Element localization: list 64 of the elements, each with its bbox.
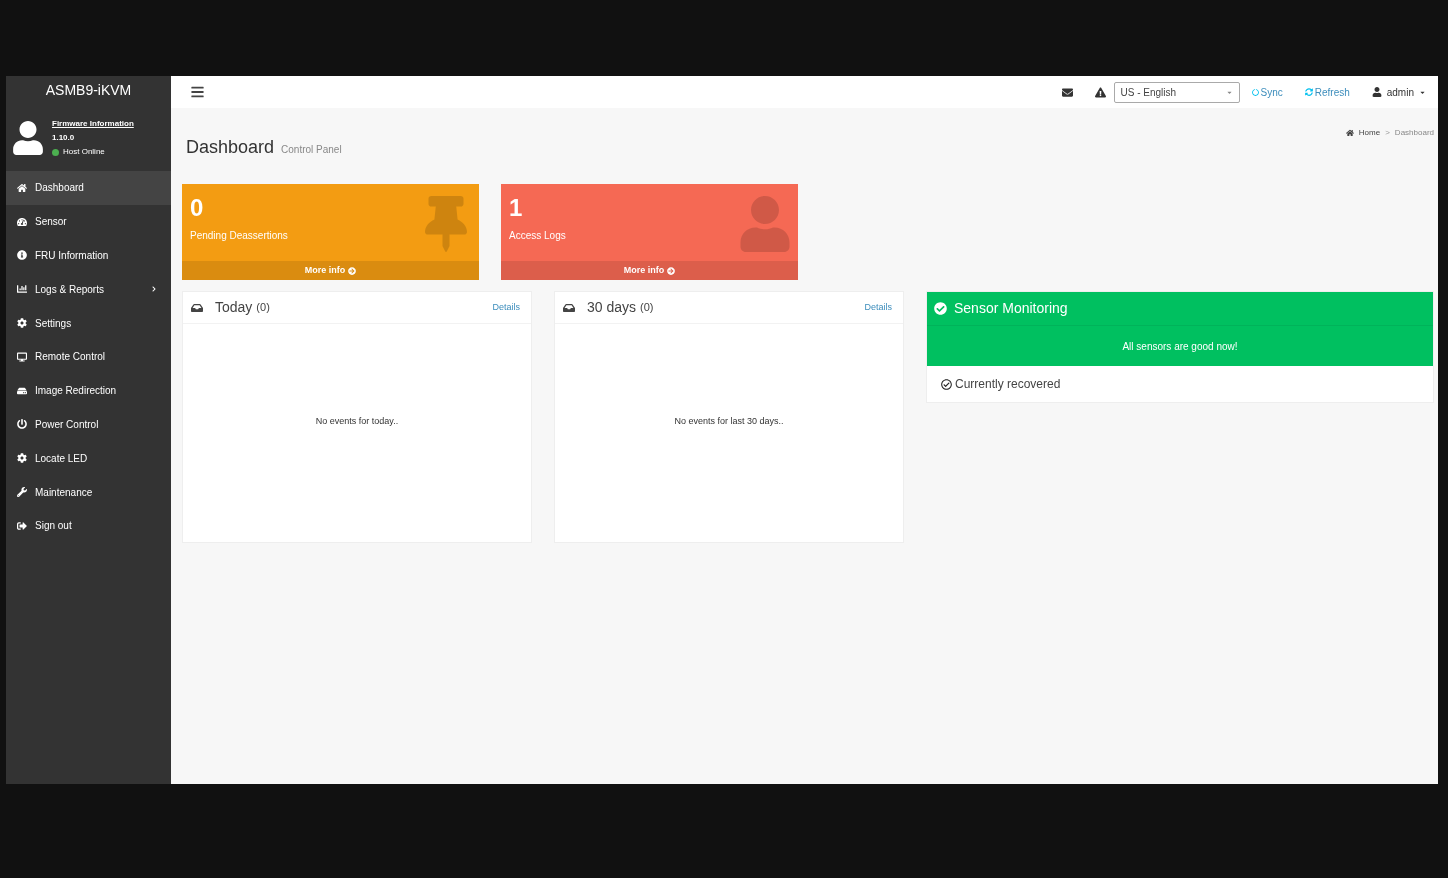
language-select[interactable]: US - English xyxy=(1113,81,1240,103)
panel-title: 30 days xyxy=(587,298,637,317)
user-icon xyxy=(1371,87,1382,97)
person-icon xyxy=(740,196,790,252)
gear-icon xyxy=(17,318,27,329)
power-icon xyxy=(17,419,27,430)
inbox-icon xyxy=(563,301,575,314)
breadcrumb-item: Dashboard xyxy=(1394,127,1434,139)
more-info-link[interactable]: More info xyxy=(501,261,798,280)
sidebar-item[interactable]: FRU Information xyxy=(6,238,171,273)
info-icon xyxy=(17,250,27,261)
user-menu[interactable]: admin xyxy=(1371,84,1426,100)
gauge-icon xyxy=(17,216,27,227)
tile-label: Access Logs xyxy=(509,229,566,243)
menu-icon[interactable] xyxy=(189,85,206,99)
monitor-icon xyxy=(17,351,27,362)
warning-icon[interactable] xyxy=(1094,86,1106,98)
brand-title: ASMB9-iKVM xyxy=(45,81,132,100)
sync-link[interactable]: Sync xyxy=(1251,84,1283,100)
sidebar-item[interactable]: Sign out xyxy=(6,508,171,543)
sidebar-item[interactable]: Logs & Reports xyxy=(6,272,171,307)
tile-value: 0 xyxy=(190,194,205,222)
empty-message: No events for today.. xyxy=(315,415,399,428)
avatar-icon xyxy=(12,121,44,155)
breadcrumb-item[interactable]: Home xyxy=(1358,127,1381,139)
sidebar-item[interactable]: Settings xyxy=(6,306,171,340)
sync-icon xyxy=(1251,88,1259,96)
home-icon xyxy=(17,182,27,193)
sidebar-item[interactable]: Sensor xyxy=(6,204,171,239)
refresh-link[interactable]: Refresh xyxy=(1304,84,1350,100)
sidebar-item[interactable]: Remote Control xyxy=(6,340,171,374)
details-link[interactable]: Details xyxy=(492,300,520,315)
sidebar-item[interactable]: Locate LED xyxy=(6,441,171,476)
drive-icon xyxy=(17,385,27,396)
panel-title: Today xyxy=(215,298,253,317)
inbox-icon xyxy=(191,301,203,314)
event-count: (0) xyxy=(256,300,271,316)
sensor-status: Currently recovered xyxy=(955,376,1061,393)
empty-message: No events for last 30 days.. xyxy=(674,415,784,428)
gear-icon xyxy=(17,453,27,464)
arrow-right-icon xyxy=(667,266,676,275)
firmware-version: 1.10.0 xyxy=(52,132,76,144)
page-subtitle: Control Panel xyxy=(281,143,342,157)
sensor-message: All sensors are good now! xyxy=(1122,339,1238,354)
page-title: Dashboard xyxy=(186,136,275,159)
sidebar-item[interactable]: Maintenance xyxy=(6,475,171,509)
bar-chart-icon xyxy=(17,284,27,295)
breadcrumb-separator: > xyxy=(1385,127,1390,139)
host-status: Host Online xyxy=(63,146,105,158)
tile-label: Pending Deassertions xyxy=(190,229,288,243)
sidebar-item[interactable]: Dashboard xyxy=(6,171,171,205)
panel-title: Sensor Monitoring xyxy=(954,299,1068,318)
sidebar-item[interactable]: Image Redirection xyxy=(6,373,171,408)
details-link[interactable]: Details xyxy=(864,300,892,315)
event-count: (0) xyxy=(640,300,655,316)
firmware-link[interactable]: Firmware Information xyxy=(52,118,134,130)
sign-out-icon xyxy=(17,520,27,531)
tile-value: 1 xyxy=(509,194,524,222)
arrow-right-icon xyxy=(348,266,357,275)
home-icon xyxy=(1345,129,1354,137)
refresh-icon xyxy=(1304,88,1313,96)
sidebar-item[interactable]: Power Control xyxy=(6,407,171,442)
envelope-icon[interactable] xyxy=(1061,86,1073,98)
wrench-icon xyxy=(17,487,27,498)
